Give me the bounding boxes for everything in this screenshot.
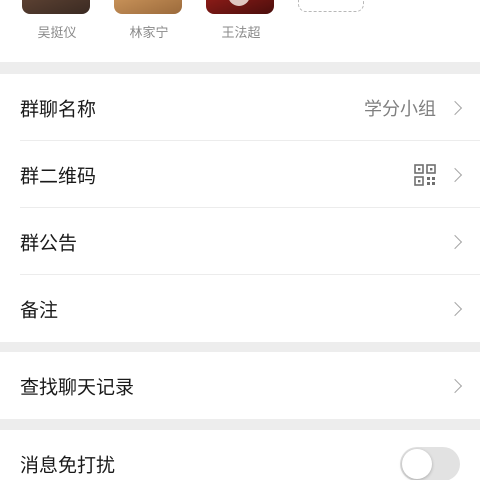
qr-code-icon — [414, 163, 436, 186]
chevron-right-icon — [447, 167, 463, 182]
group-name-row[interactable]: 群聊名称 学分小组 — [0, 74, 480, 141]
do-not-disturb-row: 消息免打扰 — [0, 430, 480, 480]
avatar[interactable] — [22, 0, 90, 14]
search-history-row[interactable]: 查找聊天记录 — [0, 352, 480, 419]
member-name: 王法超 — [221, 26, 261, 41]
remark-row[interactable]: 备注 — [0, 275, 480, 342]
group-chat-settings-page: 吴挺仪 林家宁 王法超 群聊名称 学分小组 群二维码 群公告 备注 查找聊天记录… — [0, 0, 480, 480]
member-item[interactable]: 林家宁 — [114, 0, 184, 62]
chevron-right-icon — [447, 301, 463, 316]
toggle-knob — [402, 448, 432, 479]
chevron-right-icon — [447, 100, 463, 115]
chevron-right-icon — [447, 378, 463, 393]
group-qr-row[interactable]: 群二维码 — [0, 141, 480, 208]
chevron-right-icon — [447, 234, 463, 249]
member-item[interactable]: 王法超 — [206, 0, 276, 62]
avatar[interactable] — [114, 0, 182, 14]
member-name: 吴挺仪 — [37, 26, 77, 41]
avatar[interactable] — [206, 0, 274, 14]
group-name-value: 学分小组 — [364, 98, 436, 120]
add-member-icon[interactable] — [298, 0, 364, 12]
group-notice-row[interactable]: 群公告 — [0, 208, 480, 275]
group-name-label: 群聊名称 — [20, 98, 97, 120]
member-strip: 吴挺仪 林家宁 王法超 — [0, 0, 480, 62]
do-not-disturb-toggle[interactable] — [400, 446, 460, 480]
group-qr-label: 群二维码 — [20, 165, 97, 187]
do-not-disturb-label: 消息免打扰 — [20, 454, 116, 476]
group-notice-label: 群公告 — [20, 232, 78, 254]
search-history-label: 查找聊天记录 — [20, 376, 135, 398]
member-name: 林家宁 — [129, 26, 169, 41]
remark-label: 备注 — [20, 299, 59, 321]
member-item[interactable]: 吴挺仪 — [22, 0, 92, 62]
